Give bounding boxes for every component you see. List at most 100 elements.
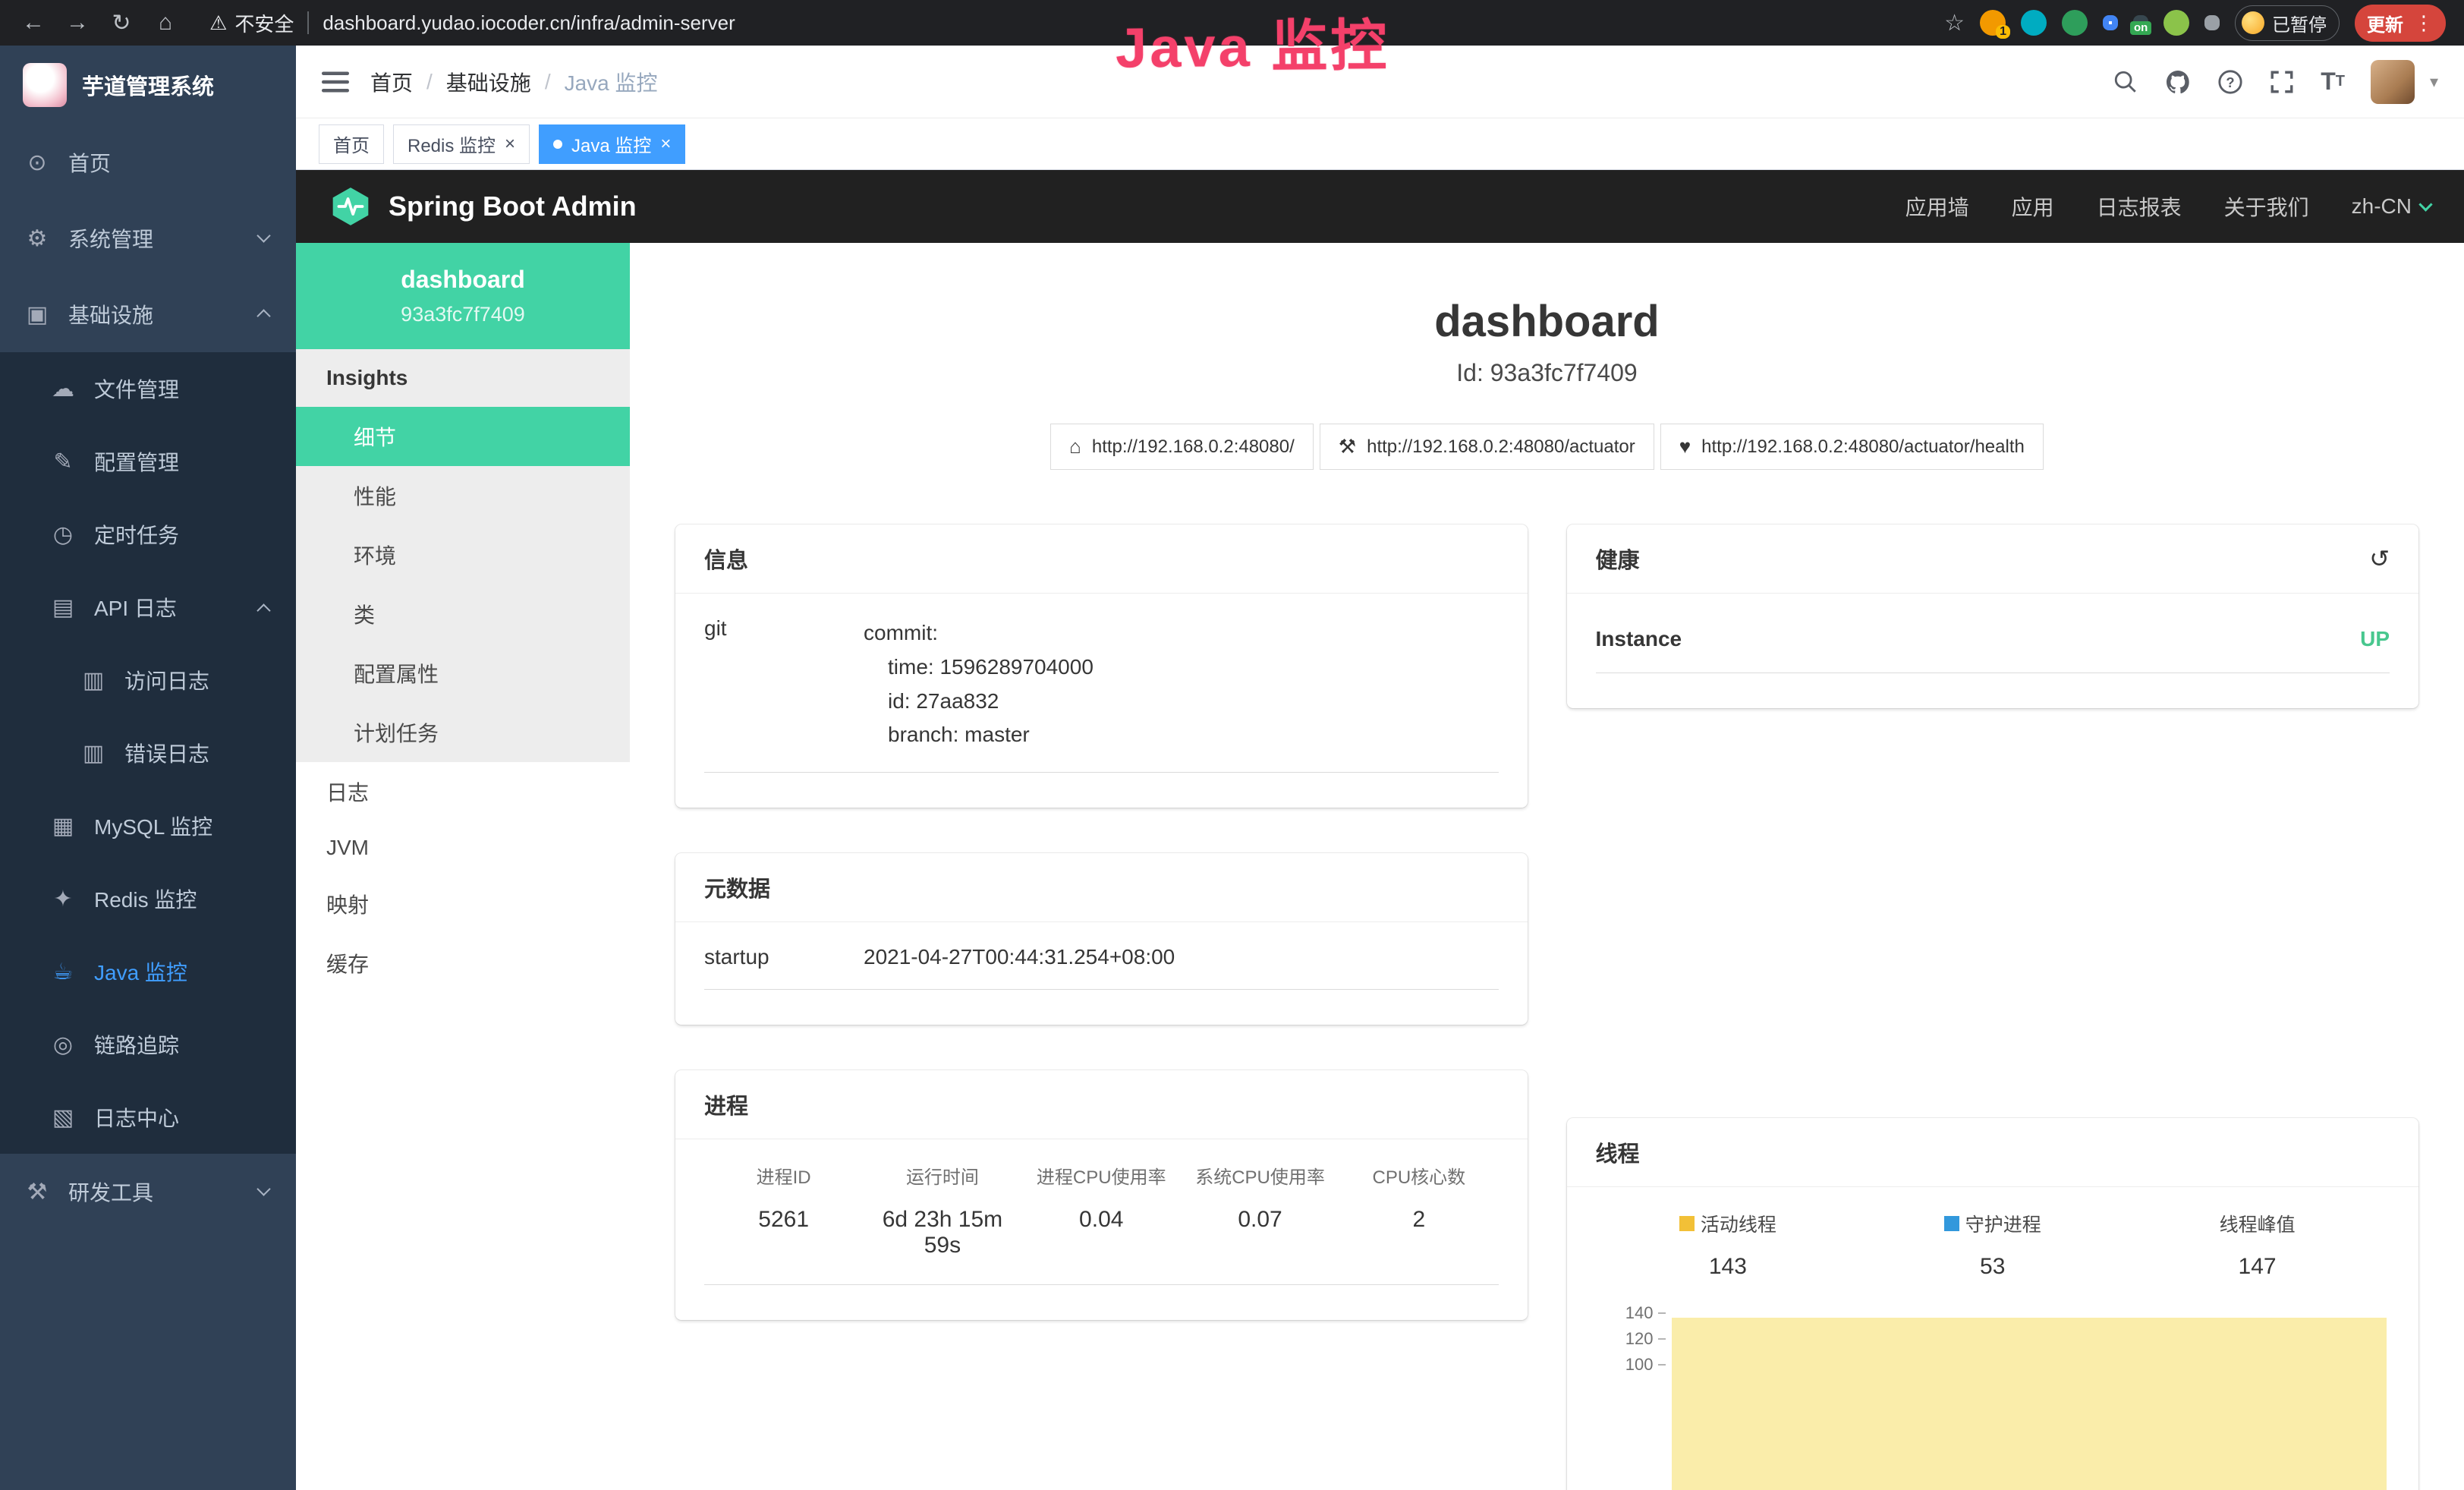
health-instance-row[interactable]: Instance UP [1596, 616, 2390, 673]
sba-nav-about[interactable]: 关于我们 [2224, 191, 2309, 222]
fullscreen-icon[interactable] [2269, 69, 2295, 95]
sidebar-item-log-center[interactable]: ▧ 日志中心 [0, 1081, 296, 1154]
sba-item-classes[interactable]: 类 [296, 584, 630, 644]
sba-nav-applications[interactable]: 应用 [2012, 191, 2054, 222]
url-text[interactable]: dashboard.yudao.iocoder.cn/infra/admin-s… [323, 11, 735, 35]
sidebar-item-api-logs[interactable]: ▤ API 日志 [0, 571, 296, 644]
extension-icon-grid[interactable] [2103, 15, 2118, 30]
database-icon: ▦ [49, 813, 77, 840]
menu-item-label: 链路追踪 [94, 1029, 179, 1060]
history-icon[interactable]: ↺ [2369, 544, 2390, 573]
sba-instance-block[interactable]: dashboard 93a3fc7f7409 [296, 243, 630, 349]
clock-icon: ◷ [49, 521, 77, 548]
search-icon[interactable] [2113, 69, 2138, 95]
actuator-url-link[interactable]: ⚒ http://192.168.0.2:48080/actuator [1320, 424, 1654, 470]
sidebar-item-mysql-monitor[interactable]: ▦ MySQL 监控 [0, 789, 296, 862]
sba-item-logs[interactable]: 日志 [296, 762, 630, 821]
process-pid-col: 进程ID 5261 [704, 1162, 863, 1258]
extensions-puzzle-icon[interactable] [2204, 15, 2220, 30]
url-bar[interactable]: ⚠ 不安全 dashboard.yudao.iocoder.cn/infra/a… [190, 9, 1940, 37]
extension-icon-leaf[interactable] [2163, 10, 2189, 36]
profile-paused-pill[interactable]: 已暂停 [2235, 5, 2340, 41]
help-icon[interactable]: ? [2217, 69, 2243, 95]
reload-icon[interactable]: ↻ [102, 10, 141, 36]
app-sidebar: 芋道管理系统 ⊙ 首页 ⚙ 系统管理 ▣ 基础设施 ☁ [0, 46, 296, 1490]
cards-grid: 信息 git commit: time: 1596289704000 [675, 524, 2418, 1490]
header-icons: ? TT ▾ [2113, 60, 2438, 104]
tab-close-icon[interactable]: × [505, 135, 515, 153]
sidebar-item-dev-tools[interactable]: ⚒ 研发工具 [0, 1154, 296, 1230]
user-avatar[interactable] [2371, 60, 2415, 104]
sba-nav-wallboard[interactable]: 应用墙 [1905, 191, 1969, 222]
app-logo-block[interactable]: 芋道管理系统 [0, 46, 296, 124]
sidebar-item-system-mgmt[interactable]: ⚙ 系统管理 [0, 200, 296, 276]
sba-nav-journal[interactable]: 日志报表 [2097, 191, 2182, 222]
service-url-link[interactable]: ⌂ http://192.168.0.2:48080/ [1050, 424, 1314, 470]
app-title: 芋道管理系统 [82, 69, 214, 101]
sba-locale-select[interactable]: zh-CN [2352, 194, 2431, 219]
back-icon[interactable]: ← [14, 10, 53, 36]
sba-item-config-props[interactable]: 配置属性 [296, 644, 630, 703]
link-url: http://192.168.0.2:48080/actuator/health [1701, 436, 2025, 458]
forward-icon[interactable]: → [58, 10, 97, 36]
sidebar-item-scheduled-jobs[interactable]: ◷ 定时任务 [0, 498, 296, 571]
sba-item-details[interactable]: 细节 [296, 407, 630, 466]
document-icon: ▥ [79, 667, 108, 694]
hamburger-icon[interactable] [322, 71, 349, 93]
security-label[interactable]: 不安全 [234, 9, 294, 37]
health-url-link[interactable]: ♥ http://192.168.0.2:48080/actuator/heal… [1660, 424, 2044, 470]
legend-value: 143 [1596, 1254, 1861, 1280]
sidebar-item-redis-monitor[interactable]: ✦ Redis 监控 [0, 862, 296, 935]
sidebar-item-tracing[interactable]: ◎ 链路追踪 [0, 1008, 296, 1081]
sidebar-item-infrastructure[interactable]: ▣ 基础设施 [0, 276, 296, 352]
tab-redis-monitor[interactable]: Redis 监控 × [393, 124, 530, 164]
tab-close-icon[interactable]: × [660, 135, 671, 153]
font-size-icon[interactable]: TT [2321, 68, 2345, 96]
breadcrumb-infrastructure[interactable]: 基础设施 [446, 67, 531, 97]
threads-area-fill [1672, 1318, 2387, 1490]
sba-item-mappings[interactable]: 映射 [296, 874, 630, 934]
sba-item-jvm[interactable]: JVM [296, 821, 630, 874]
sidebar-item-file-mgmt[interactable]: ☁ 文件管理 [0, 352, 296, 425]
sba-item-caches[interactable]: 缓存 [296, 934, 630, 993]
sidebar-item-home[interactable]: ⊙ 首页 [0, 124, 296, 200]
info-git-row: git commit: time: 1596289704000 id: 27aa… [704, 616, 1499, 773]
sba-item-environment[interactable]: 环境 [296, 525, 630, 584]
breadcrumb-home[interactable]: 首页 [370, 67, 413, 97]
link-url: http://192.168.0.2:48080/ [1092, 436, 1295, 458]
home-icon: ⌂ [1069, 435, 1081, 458]
chevron-down-icon [256, 228, 270, 242]
avatar-caret-icon[interactable]: ▾ [2430, 72, 2438, 92]
browser-menu-icon[interactable]: ⋮ [2414, 11, 2434, 35]
chrome-update-button[interactable]: 更新 ⋮ [2355, 5, 2446, 42]
github-icon[interactable] [2164, 68, 2192, 96]
sba-logo-icon [329, 185, 372, 228]
sidebar-item-config-mgmt[interactable]: ✎ 配置管理 [0, 425, 296, 498]
extension-icon-green[interactable] [2062, 10, 2088, 36]
on-badge: on [2130, 21, 2151, 35]
browser-home-icon[interactable]: ⌂ [146, 10, 185, 36]
threads-legend: 活动线程 143 守护进程 [1596, 1210, 2390, 1280]
live-threads-swatch [1679, 1216, 1695, 1231]
sba-brand[interactable]: Spring Boot Admin [329, 185, 637, 228]
extension-icon-teal[interactable] [2021, 10, 2047, 36]
sidebar-item-error-logs[interactable]: ▥ 错误日志 [0, 717, 296, 789]
sba-item-metrics[interactable]: 性能 [296, 466, 630, 525]
col-value: 2 [1339, 1207, 1498, 1233]
card-title: 健康 [1596, 543, 1640, 575]
extension-icon-dark-on[interactable]: on [2133, 15, 2148, 30]
cloud-icon: ☁ [49, 376, 77, 402]
bookmark-star-icon[interactable]: ☆ [1944, 10, 1965, 36]
extension-icon-orange[interactable]: 1 [1980, 10, 2006, 36]
sba-frame: Spring Boot Admin 应用墙 应用 日志报表 关于我们 zh-CN [296, 170, 2464, 1490]
tab-java-monitor[interactable]: Java 监控 × [539, 124, 685, 164]
update-label: 更新 [2367, 10, 2403, 36]
tab-active-dot [553, 140, 562, 149]
sidebar-item-access-logs[interactable]: ▥ 访问日志 [0, 644, 296, 717]
browser-chrome: ← → ↻ ⌂ ⚠ 不安全 dashboard.yudao.iocoder.cn… [0, 0, 2464, 46]
sba-item-scheduled-tasks[interactable]: 计划任务 [296, 703, 630, 762]
browser-toolbar-right: ☆ 1 on 已暂停 更新 ⋮ [1944, 5, 2450, 42]
sidebar-item-java-monitor[interactable]: ☕ Java 监控 [0, 935, 296, 1008]
threads-chart: 140 120 100 [1596, 1303, 2390, 1490]
tab-home[interactable]: 首页 [319, 124, 384, 164]
